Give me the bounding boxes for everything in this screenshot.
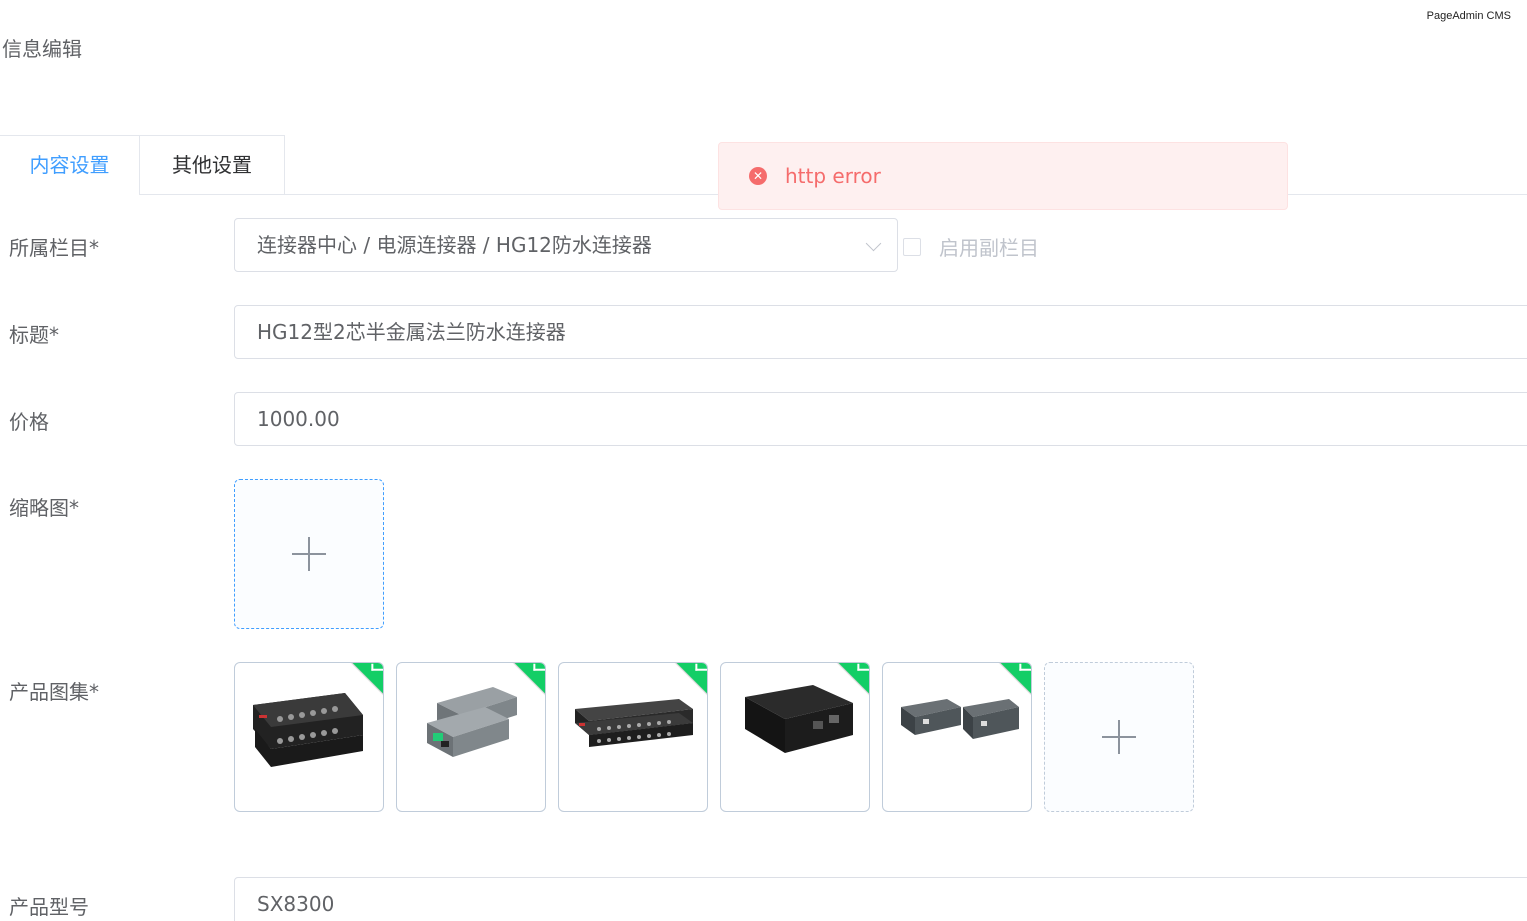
title-label: 标题* <box>9 323 59 347</box>
sub-category-label: 启用副栏目 <box>939 236 1039 260</box>
gallery-item-5[interactable] <box>882 662 1032 812</box>
chevron-down-icon[interactable] <box>865 235 882 252</box>
product-image-5 <box>901 699 1019 739</box>
check-icon <box>695 663 707 671</box>
model-input[interactable]: SX8300 <box>234 877 1527 921</box>
plus-icon <box>292 537 326 571</box>
check-icon <box>857 663 869 671</box>
page-title: 信息编辑 <box>2 37 82 61</box>
gallery-add-button[interactable] <box>1044 662 1194 812</box>
brand-label: PageAdmin CMS <box>1426 10 1511 22</box>
product-image-2 <box>427 687 517 757</box>
gallery-item-1[interactable] <box>234 662 384 812</box>
tab-other-settings[interactable]: 其他设置 <box>140 135 285 194</box>
page: PageAdmin CMS 信息编辑 内容设置 其他设置 ✕ http erro… <box>0 0 1527 921</box>
gallery-item-4[interactable] <box>720 662 870 812</box>
plus-icon <box>1102 720 1136 754</box>
category-label: 所属栏目* <box>9 236 99 260</box>
thumbnail-label: 缩略图* <box>9 496 79 520</box>
product-image-4 <box>745 685 853 753</box>
check-icon <box>533 663 545 671</box>
sub-category-checkbox[interactable] <box>903 237 921 256</box>
toast-message: http error <box>785 164 881 188</box>
product-image-1 <box>253 693 363 767</box>
price-label: 价格 <box>9 410 49 434</box>
price-input[interactable]: 1000.00 <box>234 392 1527 446</box>
category-select-value: 连接器中心 / 电源连接器 / HG12防水连接器 <box>257 233 652 257</box>
gallery-item-2[interactable] <box>396 662 546 812</box>
title-input[interactable]: HG12型2芯半金属法兰防水连接器 <box>234 305 1527 359</box>
category-select[interactable]: 连接器中心 / 电源连接器 / HG12防水连接器 <box>234 218 898 272</box>
product-image-3 <box>575 699 693 747</box>
gallery-label: 产品图集* <box>9 680 99 704</box>
check-icon <box>1019 663 1031 671</box>
sub-category-toggle[interactable]: 启用副栏目 <box>903 232 1039 261</box>
tab-content-settings[interactable]: 内容设置 <box>0 135 140 195</box>
thumbnail-upload-button[interactable] <box>234 479 384 629</box>
check-icon <box>371 663 383 671</box>
model-label: 产品型号 <box>9 895 89 919</box>
close-circle-icon[interactable]: ✕ <box>749 167 767 185</box>
gallery-item-3[interactable] <box>558 662 708 812</box>
error-toast: ✕ http error <box>718 142 1288 210</box>
